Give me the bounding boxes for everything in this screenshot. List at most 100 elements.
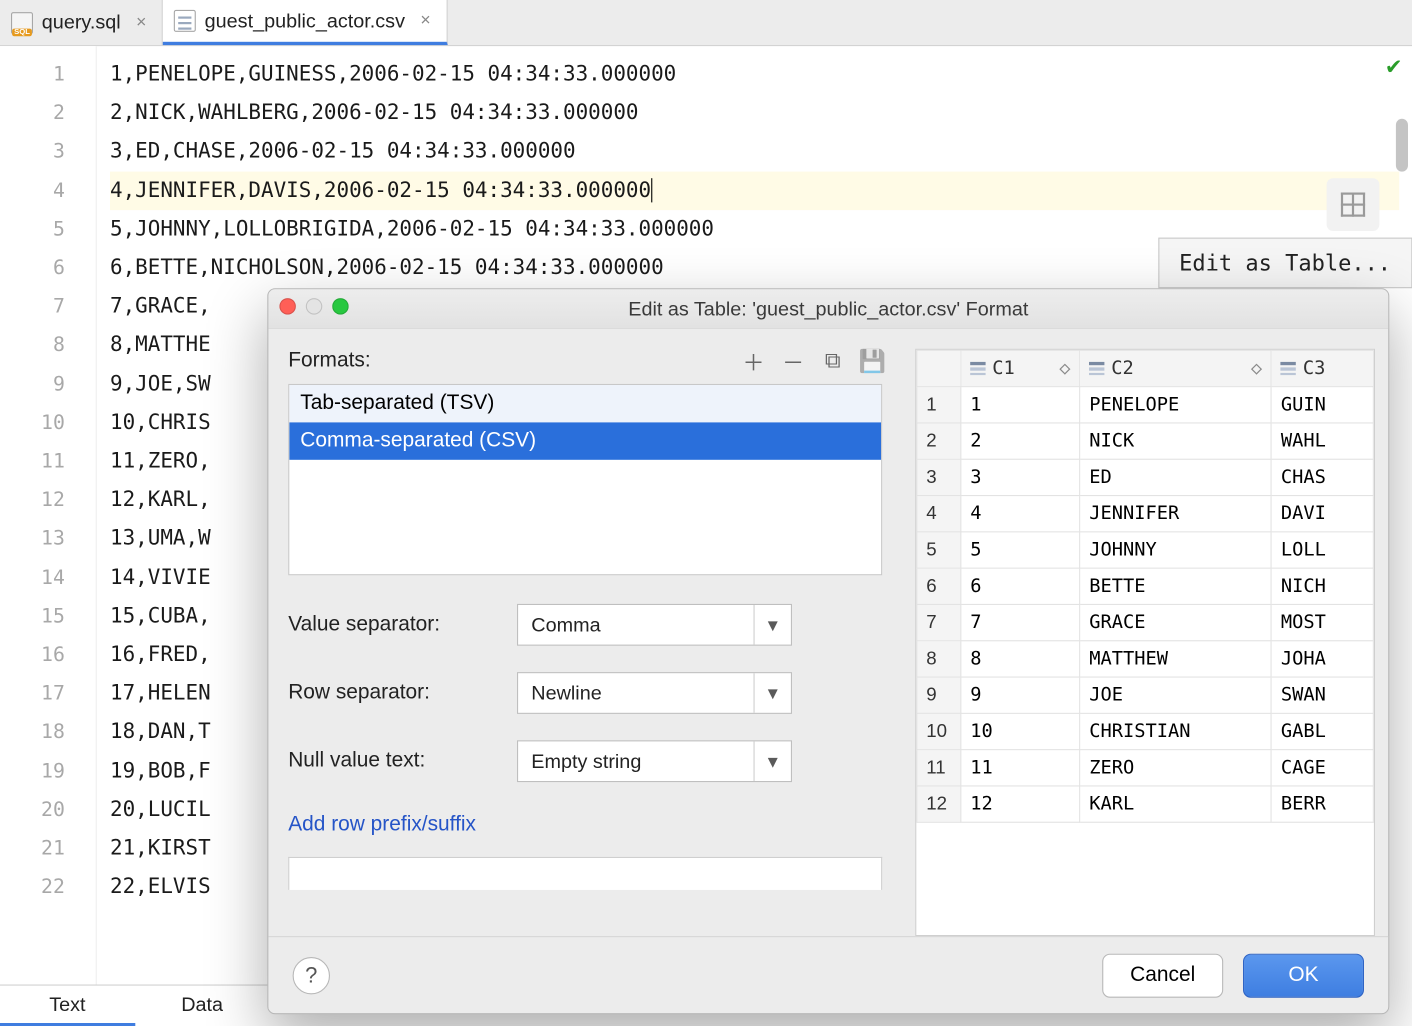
row-separator-select[interactable]: Newline ▾ (517, 672, 792, 714)
format-item-tsv[interactable]: Tab-separated (TSV) (289, 385, 881, 422)
line-number: 18 (0, 713, 65, 752)
copy-format-icon[interactable]: ⧉ (823, 351, 843, 371)
view-tab-data[interactable]: Data (135, 985, 270, 1026)
row-number: 10 (917, 713, 961, 749)
table-cell[interactable]: NICH (1272, 568, 1374, 604)
sql-file-icon: SQL (11, 12, 33, 34)
format-item-csv[interactable]: Comma-separated (CSV) (289, 422, 881, 459)
table-cell[interactable]: ZERO (1080, 750, 1272, 786)
line-number: 5 (0, 210, 65, 249)
add-row-prefix-suffix-link[interactable]: Add row prefix/suffix (288, 813, 476, 837)
table-cell[interactable]: 2 (961, 423, 1080, 459)
table-row[interactable]: 88MATTHEWJOHA (917, 641, 1373, 677)
preview-table: C1◇ C2◇ C3 11PENELOPEGUIN22NICKWAHL33EDC… (916, 350, 1374, 823)
table-row[interactable]: 44JENNIFERDAVI (917, 496, 1373, 532)
table-cell[interactable]: 3 (961, 459, 1080, 495)
table-cell[interactable]: JOHNNY (1080, 532, 1272, 568)
tab-guest-csv[interactable]: guest_public_actor.csv × (163, 0, 447, 45)
scrollbar-thumb[interactable] (1395, 119, 1407, 172)
table-cell[interactable]: CHRISTIAN (1080, 713, 1272, 749)
table-cell[interactable]: DAVI (1272, 496, 1374, 532)
column-header-c2[interactable]: C2◇ (1080, 350, 1272, 386)
table-row[interactable]: 99JOESWAN (917, 677, 1373, 713)
view-tab-text[interactable]: Text (0, 985, 135, 1026)
select-value: Newline (531, 681, 601, 704)
table-cell[interactable]: CHAS (1272, 459, 1374, 495)
table-row[interactable]: 66BETTENICH (917, 568, 1373, 604)
row-number: 8 (917, 641, 961, 677)
table-cell[interactable]: MATTHEW (1080, 641, 1272, 677)
select-value: Comma (531, 613, 600, 636)
table-row[interactable]: 1212KARLBERR (917, 786, 1373, 822)
table-cell[interactable]: 4 (961, 496, 1080, 532)
table-cell[interactable]: NICK (1080, 423, 1272, 459)
table-cell[interactable]: GUIN (1272, 387, 1374, 423)
table-cell[interactable]: 5 (961, 532, 1080, 568)
code-line[interactable]: 1,PENELOPE,GUINESS,2006-02-15 04:34:33.0… (110, 55, 1399, 94)
formats-list[interactable]: Tab-separated (TSV) Comma-separated (CSV… (288, 384, 882, 575)
table-row[interactable]: 55JOHNNYLOLL (917, 532, 1373, 568)
table-cell[interactable]: KARL (1080, 786, 1272, 822)
table-cell[interactable]: LOLL (1272, 532, 1374, 568)
table-cell[interactable]: SWAN (1272, 677, 1374, 713)
row-number: 1 (917, 387, 961, 423)
table-cell[interactable]: BETTE (1080, 568, 1272, 604)
table-cell[interactable]: MOST (1272, 604, 1374, 640)
ok-button[interactable]: OK (1243, 953, 1364, 997)
zoom-icon[interactable] (332, 298, 349, 315)
select-value: Empty string (531, 750, 641, 773)
line-number: 12 (0, 481, 65, 520)
code-line[interactable]: 3,ED,CHASE,2006-02-15 04:34:33.000000 (110, 132, 1399, 171)
edit-as-table-tooltip[interactable]: Edit as Table... (1158, 238, 1412, 289)
table-cell[interactable]: WAHL (1272, 423, 1374, 459)
edit-as-table-gutter-button[interactable] (1326, 178, 1379, 231)
table-cell[interactable]: JOE (1080, 677, 1272, 713)
table-row[interactable]: 11PENELOPEGUIN (917, 387, 1373, 423)
table-row[interactable]: 22NICKWAHL (917, 423, 1373, 459)
table-cell[interactable]: JOHA (1272, 641, 1374, 677)
table-cell[interactable]: 9 (961, 677, 1080, 713)
sort-icon[interactable]: ◇ (1251, 358, 1262, 380)
code-line[interactable]: 2,NICK,WAHLBERG,2006-02-15 04:34:33.0000… (110, 94, 1399, 133)
sort-icon[interactable]: ◇ (1059, 358, 1070, 380)
table-cell[interactable]: 11 (961, 750, 1080, 786)
tab-query-sql[interactable]: SQL query.sql × (0, 0, 163, 45)
table-row[interactable]: 1010CHRISTIANGABL (917, 713, 1373, 749)
column-header-c1[interactable]: C1◇ (961, 350, 1080, 386)
column-header-c3[interactable]: C3 (1272, 350, 1374, 386)
table-cell[interactable]: GRACE (1080, 604, 1272, 640)
window-controls (279, 298, 348, 315)
line-number: 19 (0, 752, 65, 791)
close-icon[interactable]: × (129, 13, 146, 33)
value-separator-select[interactable]: Comma ▾ (517, 604, 792, 646)
cancel-button[interactable]: Cancel (1102, 953, 1223, 997)
table-cell[interactable]: 10 (961, 713, 1080, 749)
add-format-icon[interactable]: ＋ (744, 351, 764, 371)
table-cell[interactable]: 7 (961, 604, 1080, 640)
table-cell[interactable]: 1 (961, 387, 1080, 423)
table-cell[interactable]: BERR (1272, 786, 1374, 822)
minimize-icon (306, 298, 323, 315)
table-cell[interactable]: CAGE (1272, 750, 1374, 786)
editor-tabbar: SQL query.sql × guest_public_actor.csv × (0, 0, 1412, 46)
table-cell[interactable]: PENELOPE (1080, 387, 1272, 423)
table-row[interactable]: 1111ZEROCAGE (917, 750, 1373, 786)
close-icon[interactable] (279, 298, 296, 315)
table-row[interactable]: 77GRACEMOST (917, 604, 1373, 640)
null-value-select[interactable]: Empty string ▾ (517, 740, 792, 782)
column-icon (1281, 362, 1296, 375)
table-cell[interactable]: GABL (1272, 713, 1374, 749)
table-row[interactable]: 33EDCHAS (917, 459, 1373, 495)
text-caret (651, 178, 652, 202)
code-line[interactable]: 4,JENNIFER,DAVIS,2006-02-15 04:34:33.000… (110, 171, 1399, 210)
remove-format-icon[interactable]: － (783, 351, 803, 371)
help-button[interactable]: ? (293, 956, 330, 993)
table-cell[interactable]: JENNIFER (1080, 496, 1272, 532)
close-icon[interactable]: × (414, 11, 431, 31)
table-cell[interactable]: 6 (961, 568, 1080, 604)
vertical-scrollbar[interactable] (1394, 95, 1409, 982)
table-cell[interactable]: 12 (961, 786, 1080, 822)
table-cell[interactable]: ED (1080, 459, 1272, 495)
table-cell[interactable]: 8 (961, 641, 1080, 677)
chevron-down-icon: ▾ (754, 741, 791, 781)
